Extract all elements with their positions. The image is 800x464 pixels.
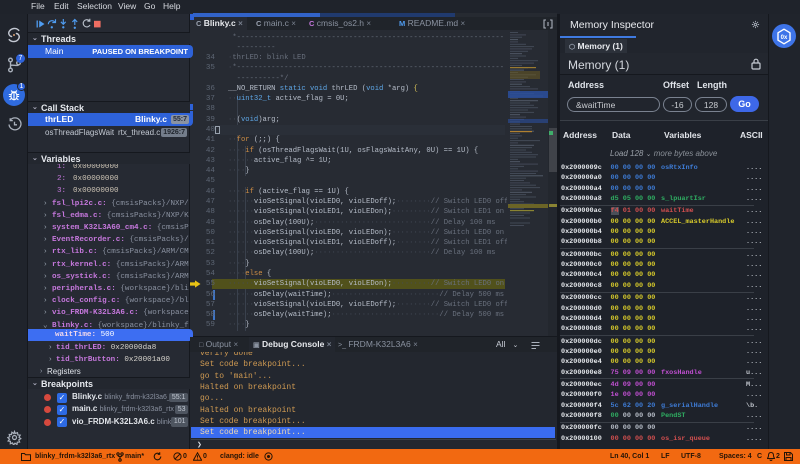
svg-text:0x: 0x <box>781 35 788 41</box>
